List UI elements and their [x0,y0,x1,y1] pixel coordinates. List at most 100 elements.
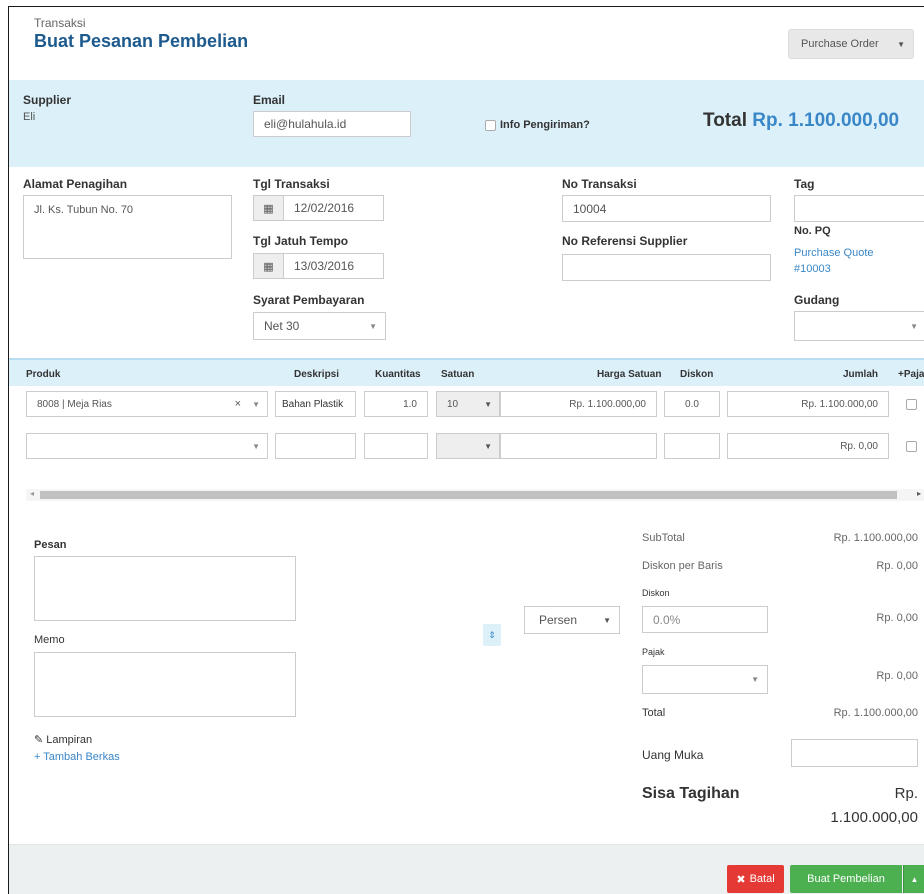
chevron-down-icon: ▼ [252,399,260,409]
cancel-button[interactable]: ✖ Batal [727,865,784,893]
total-value: Rp. 1.100.000,00 [752,110,900,131]
sort-toggle-button[interactable]: ⇕ [483,624,501,646]
transaction-date-picker[interactable]: ▦ 12/02/2016 [253,195,384,221]
tax-select[interactable]: ▼ [642,665,768,694]
tax-checkbox[interactable] [906,399,917,410]
scroll-left-icon[interactable]: ◂ [30,489,34,498]
quantity-value: 1.0 [403,398,417,410]
quantity-field[interactable]: 1.0 [364,391,428,417]
unit-select[interactable]: ▼ [436,433,500,459]
discount-field[interactable] [664,433,720,459]
chevron-down-icon: ▼ [252,441,260,451]
column-unit-price: Harga Satuan [597,369,662,380]
unit-price-field[interactable]: Rp. 1.100.000,00 [500,391,657,417]
supplier-reference-field[interactable] [562,254,771,281]
description-field[interactable]: Bahan Plastik [275,391,356,417]
total-amount: Total Rp. 1.100.000,00 [703,110,899,132]
breadcrumb: Transaksi [34,16,86,30]
description-value: Bahan Plastik [282,398,344,410]
discount-input[interactable]: 0.0% [642,606,768,633]
total-label: Total [703,110,747,131]
tax-checkbox[interactable] [906,441,917,452]
summary-total-value: Rp. 1.100.000,00 [833,707,918,719]
chevron-down-icon: ▼ [369,321,377,331]
supplier-label: Supplier [23,93,72,107]
paperclip-icon: ✎ [34,734,44,746]
transaction-type-value: Purchase Order [801,38,879,50]
transaction-date-label: Tgl Transaksi [253,177,330,191]
email-field[interactable]: eli@hulahula.id [253,111,411,137]
balance-due-currency: Rp. [894,785,918,802]
attachment-label: Lampiran [46,734,93,746]
amount-field[interactable]: Rp. 1.100.000,00 [727,391,889,417]
product-value: 8008 | Meja Rias [37,398,112,410]
warehouse-select[interactable]: ▼ [794,311,924,341]
memo-label: Memo [34,634,65,646]
unit-price-field[interactable] [500,433,657,459]
product-select[interactable]: 8008 | Meja Rias × ▼ [26,391,268,417]
due-date-picker[interactable]: ▦ 13/03/2016 [253,253,384,279]
scrollbar-thumb[interactable] [40,491,897,499]
payment-terms-value: Net 30 [264,319,300,333]
table-header: Produk Deskripsi Kuantitas Satuan Harga … [9,358,924,386]
discount-amount: Rp. 0,00 [876,612,918,624]
discount-value: 0.0 [685,398,699,410]
calendar-icon: ▦ [254,254,284,278]
discount-type-select[interactable]: Persen ▼ [524,606,620,634]
discount-field[interactable]: 0.0 [664,391,720,417]
shipping-info-checkbox[interactable] [485,120,496,131]
form-footer: ✖ Batal Buat Pembelian ▲ [9,844,924,894]
tax-amount: Rp. 0,00 [876,670,918,682]
items-table: Produk Deskripsi Kuantitas Satuan Harga … [9,358,924,483]
calendar-icon: ▦ [254,196,284,220]
unit-select[interactable]: 10 ▼ [436,391,500,417]
purchase-quote-link[interactable]: Purchase Quote #10003 [794,245,904,277]
quantity-field[interactable] [364,433,428,459]
due-date-value: 13/03/2016 [294,259,355,273]
column-unit: Satuan [441,369,475,380]
table-row: ▼ ▼ Rp. 0,00 [9,428,924,470]
purchase-order-form: Transaksi Buat Pesanan Pembelian Purchas… [8,6,924,894]
memo-textarea[interactable] [34,652,296,717]
billing-address-textarea[interactable]: Jl. Ks. Tubun No. 70 [23,195,232,259]
shipping-info-label: Info Pengiriman? [500,119,590,131]
line-discount-label: Diskon per Baris [642,560,723,572]
supplier-value[interactable]: Eli [23,111,35,123]
subtotal-label: SubTotal [642,532,685,544]
product-select[interactable]: ▼ [26,433,268,459]
attachment-section: ✎ Lampiran [34,733,92,746]
transaction-date-value: 12/02/2016 [294,201,355,215]
description-field[interactable] [275,433,356,459]
add-file-link[interactable]: + Tambah Berkas [34,751,120,763]
amount-field[interactable]: Rp. 0,00 [727,433,889,459]
submit-button[interactable]: Buat Pembelian [790,865,902,893]
column-description: Deskripsi [294,369,340,380]
tag-field[interactable] [794,195,924,222]
column-discount: Diskon [680,369,714,380]
discount-label: Diskon [642,588,670,598]
submit-options-button[interactable]: ▲ [903,865,924,893]
column-tax: +Paja [898,369,924,380]
tax-label: Pajak [642,647,665,657]
summary-total-label: Total [642,707,666,719]
horizontal-scrollbar[interactable]: ◂ ▸ [26,489,924,501]
chevron-up-icon: ▲ [910,874,919,884]
discount-type-value: Persen [539,613,578,627]
transaction-number-field[interactable]: 10004 [562,195,771,222]
column-quantity: Kuantitas [375,369,421,380]
down-payment-field[interactable] [791,739,918,767]
message-textarea[interactable] [34,556,296,621]
clear-icon[interactable]: × [235,398,241,410]
transaction-type-select[interactable]: Purchase Order ▼ [788,29,914,59]
table-row: 8008 | Meja Rias × ▼ Bahan Plastik 1.0 1… [9,386,924,428]
balance-due-value: 1.100.000,00 [830,809,918,826]
balance-due-label: Sisa Tagihan [642,785,740,802]
payment-terms-select[interactable]: Net 30 ▼ [253,312,386,340]
column-amount: Jumlah [843,369,879,380]
chevron-down-icon: ▼ [751,675,759,684]
due-date-label: Tgl Jatuh Tempo [253,234,349,248]
scroll-right-icon[interactable]: ▸ [917,489,921,498]
supplier-reference-label: No Referensi Supplier [562,234,688,248]
page-title: Buat Pesanan Pembelian [34,31,249,51]
unit-value: 10 [447,398,459,410]
